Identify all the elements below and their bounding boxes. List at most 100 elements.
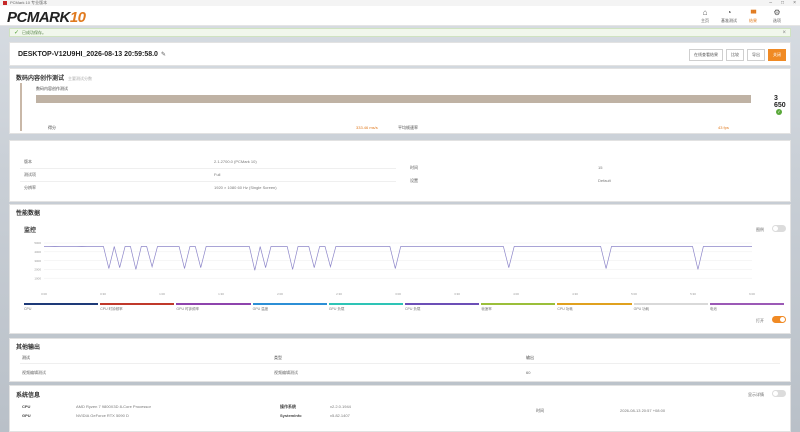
system-info-title: 系统信息	[16, 393, 41, 399]
table-cell: 视频编辑测试	[274, 370, 298, 375]
results-icon: ▮▮▮	[750, 9, 756, 15]
system-info-panel: 系统信息 显示详情 CPU AMD Ryzen 7 9800X3D 8-Core…	[9, 385, 791, 432]
x-tick-label: 1:30	[218, 292, 224, 296]
table-cell: 60	[526, 370, 531, 375]
column-header: 测试	[22, 355, 30, 360]
sys-value: v5.82.1407	[330, 413, 350, 418]
edit-icon[interactable]: ✎	[161, 52, 166, 58]
score-name: 数码内容创作测试	[36, 86, 68, 91]
sys-value: AMD Ryzen 7 9800X3D 8-Core Processor	[76, 404, 151, 409]
info-key: 测试项	[24, 172, 36, 177]
nav-home[interactable]: ⌂ 主页	[696, 8, 714, 24]
x-tick-label: 0:00	[41, 292, 47, 296]
nav-benchmark[interactable]: ◔ 基准测试	[720, 8, 738, 24]
notice-text: 已成功保存。	[22, 29, 47, 35]
metric-label: 得分	[48, 125, 56, 130]
view-online-button[interactable]: 在线查看结果	[689, 49, 723, 61]
chart-legend: CPU CPU 时钟频率 GPU 时钟频率 GPU 温度 GPU 负载 CPU …	[24, 303, 786, 312]
test-info-panel: 版本 2.1.2700.0 (PCMark 10) 时间 15 测试项 Full…	[9, 140, 791, 202]
legend-item[interactable]: CPU 功耗	[557, 303, 632, 312]
legend-item[interactable]: GPU 时钟频率	[176, 303, 251, 312]
score-value: 3 650✓	[774, 95, 786, 116]
benchmark-icon: ◔	[726, 8, 732, 17]
sys-key: SystemInfo	[280, 413, 302, 418]
details-toggle[interactable]	[772, 316, 786, 323]
sys-key: 操作系统	[280, 404, 296, 409]
performance-panel: 性能数据 监控 图例 5000 4000 3000 2000 1000 0:00 0:30 1…	[9, 204, 791, 334]
column-header: 输出	[526, 355, 534, 360]
score-section-title: 数码内容创作测试 主要测试分数	[16, 76, 93, 82]
result-title: DESKTOP-V12U9HI_2026-08-13 20:59:58.0 ✎	[18, 51, 166, 58]
score-card: 数码内容创作测试 3 650✓ 得分 333.46 ms/s 平均帧速率 43 …	[20, 83, 786, 131]
valid-check-icon: ✓	[776, 109, 782, 116]
export-button[interactable]: 导出	[747, 49, 765, 61]
table-cell: 视频编辑测试	[22, 370, 46, 375]
details-toggle-label: 打开	[756, 318, 764, 323]
x-tick-label: 5:30	[690, 292, 696, 296]
x-tick-label: 4:30	[572, 292, 578, 296]
home-icon: ⌂	[702, 8, 708, 17]
sys-value: v2.2.0.1944	[330, 404, 351, 409]
divider	[20, 181, 396, 182]
x-tick-label: 5:00	[631, 292, 637, 296]
monitor-title: 监控	[24, 228, 37, 234]
x-tick-label: 4:00	[513, 292, 519, 296]
metric-value: 43 fps	[718, 125, 729, 130]
y-tick-label: 4000	[34, 250, 41, 254]
y-tick-label: 2000	[34, 268, 41, 272]
nav-results[interactable]: ▮▮▮ 结果	[744, 8, 762, 24]
sys-key: 时间	[536, 408, 544, 413]
sys-key: GPU	[22, 413, 31, 418]
legend-item[interactable]: GPU 温度	[252, 303, 327, 312]
legend-item[interactable]: CPU 负载	[405, 303, 480, 312]
info-value: 1920 × 1080 60 Hz (Single Screen)	[214, 185, 277, 190]
y-tick-label: 3000	[34, 259, 41, 263]
sys-value: 2026-08-13 20:57 +08:00	[620, 408, 666, 413]
x-tick-label: 2:00	[277, 292, 283, 296]
app-header: PCMARK10 ⌂ 主页 ◔ 基准测试 ▮▮▮ 结果 ⚙ 选项	[0, 6, 800, 26]
metric-label: 平均帧速率	[398, 125, 418, 130]
result-actions: 在线查看结果 比较 导出 关闭	[689, 49, 786, 61]
divider	[20, 168, 396, 169]
legend-item[interactable]: GPU 功耗	[633, 303, 708, 312]
monitor-chart: 5000 4000 3000 2000 1000 0:00 0:30 1:00 1:30 2:00…	[34, 241, 755, 296]
info-key: 版本	[24, 159, 32, 164]
brand-logo: PCMARK10	[7, 9, 86, 26]
series-line	[44, 245, 752, 271]
divider	[20, 363, 780, 364]
performance-title: 性能数据	[16, 211, 41, 217]
x-tick-label: 0:30	[100, 292, 106, 296]
result-title-bar: DESKTOP-V12U9HI_2026-08-13 20:59:58.0 ✎ 在…	[9, 42, 791, 66]
close-button[interactable]: 关闭	[768, 49, 786, 61]
legend-item[interactable]: GPU 负载	[328, 303, 404, 312]
legend-item[interactable]: CPU 时钟频率	[100, 303, 175, 312]
info-value: Full	[214, 172, 221, 177]
sys-value: NVIDIA GeForce RTX 5090 D	[76, 413, 129, 418]
legend-item[interactable]: 电池	[709, 303, 785, 312]
legend-item[interactable]: 帧速率	[481, 303, 556, 312]
score-bar	[36, 95, 751, 103]
column-header: 类型	[274, 355, 282, 360]
info-key: 设置	[410, 178, 418, 183]
top-navigation: ⌂ 主页 ◔ 基准测试 ▮▮▮ 结果 ⚙ 选项	[696, 8, 786, 24]
show-details-toggle[interactable]	[772, 390, 786, 397]
compare-button[interactable]: 比较	[726, 49, 744, 61]
close-notice-icon[interactable]: ×	[782, 30, 786, 36]
x-tick-label: 1:00	[159, 292, 165, 296]
legend-toggle-label: 图例	[756, 227, 764, 232]
info-key: 时间	[410, 165, 418, 170]
sys-key: CPU	[22, 404, 31, 409]
info-value: 15	[598, 165, 603, 170]
check-icon: ✓	[14, 30, 20, 36]
options-icon: ⚙	[773, 8, 781, 17]
legend-toggle[interactable]	[772, 225, 786, 232]
info-value: 2.1.2700.0 (PCMark 10)	[214, 159, 257, 164]
x-tick-label: 3:30	[454, 292, 460, 296]
y-tick-label: 1000	[34, 276, 41, 280]
nav-options[interactable]: ⚙ 选项	[768, 8, 786, 24]
show-details-label: 显示详情	[748, 392, 764, 397]
legend-item[interactable]: CPU	[24, 303, 99, 312]
y-tick-label: 5000	[34, 241, 41, 245]
other-output-panel: 其他输出 测试 类型 输出 视频编辑测试 视频编辑测试 60	[9, 338, 791, 382]
score-panel: 数码内容创作测试 主要测试分数 数码内容创作测试 3 650✓ 得分 333.46…	[9, 68, 791, 134]
